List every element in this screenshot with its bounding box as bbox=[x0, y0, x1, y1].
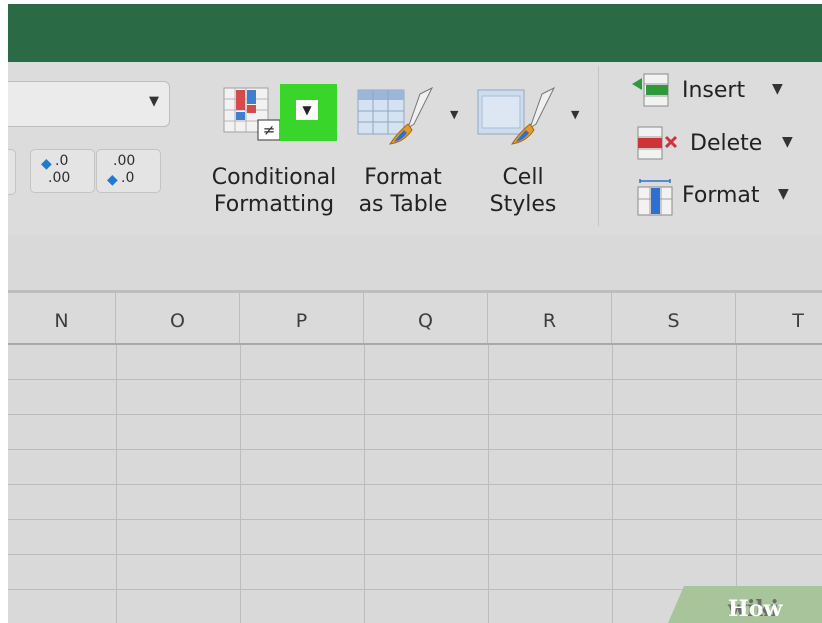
number-format-dropdown[interactable]: ▼ bbox=[8, 81, 170, 127]
format-cells-icon bbox=[637, 179, 673, 216]
chevron-down-icon: ▼ bbox=[149, 94, 159, 109]
column-header-p[interactable]: P bbox=[240, 293, 364, 343]
excel-window: ▼ ◆ .0 .00 .00 ◆ .0 ≠ ▼ Conditional Form… bbox=[8, 4, 822, 623]
cell-styles-label[interactable]: Cell Styles bbox=[478, 164, 568, 218]
conditional-formatting-dropdown-button[interactable]: ▼ bbox=[280, 84, 337, 141]
column-header-s[interactable]: S bbox=[612, 293, 736, 343]
increase-decimal-button[interactable]: ◆ .0 .00 bbox=[30, 149, 95, 193]
formula-bar-area bbox=[8, 234, 822, 290]
insert-button[interactable]: Insert ▼ bbox=[630, 72, 800, 112]
decrease-decimal-button[interactable]: .00 ◆ .0 bbox=[96, 149, 161, 193]
cell-styles-label-line1: Cell bbox=[502, 165, 544, 190]
insert-cells-icon bbox=[632, 73, 669, 107]
format-button[interactable]: Format ▼ bbox=[630, 177, 800, 217]
format-as-table-label-line1: Format bbox=[364, 165, 442, 190]
column-header-n[interactable]: N bbox=[8, 293, 116, 343]
grid-line bbox=[8, 449, 822, 450]
ribbon-group-separator bbox=[598, 66, 599, 226]
column-header-t[interactable]: T bbox=[736, 293, 822, 343]
grid-line bbox=[8, 554, 822, 555]
delete-label: Delete bbox=[690, 131, 763, 156]
format-caret-icon: ▼ bbox=[778, 186, 789, 202]
svg-text:≠: ≠ bbox=[263, 121, 276, 139]
worksheet-grid[interactable] bbox=[8, 345, 822, 623]
watermark-part2: How bbox=[728, 596, 783, 622]
arrow-right-icon: ◆ bbox=[107, 172, 118, 188]
cell-styles-label-line2: Styles bbox=[489, 192, 557, 217]
insert-label: Insert bbox=[682, 78, 746, 103]
caret-down-icon: ▼ bbox=[296, 100, 318, 120]
wikihow-watermark: wiki How bbox=[668, 586, 822, 623]
delete-button[interactable]: Delete ▼ bbox=[630, 125, 800, 165]
column-header-r[interactable]: R bbox=[488, 293, 612, 343]
column-header-q[interactable]: Q bbox=[364, 293, 488, 343]
conditional-formatting-label-line2: Formatting bbox=[213, 192, 335, 217]
format-as-table-label[interactable]: Format as Table bbox=[350, 164, 456, 218]
conditional-formatting-icon[interactable]: ≠ bbox=[222, 82, 284, 144]
cell-styles-caret-icon[interactable]: ▼ bbox=[571, 108, 579, 121]
grid-line bbox=[8, 484, 822, 485]
column-header-o[interactable]: O bbox=[116, 293, 240, 343]
column-headers: N O P Q R S T bbox=[8, 293, 822, 345]
accounting-format-button[interactable] bbox=[8, 149, 16, 195]
delete-caret-icon: ▼ bbox=[782, 134, 793, 150]
conditional-formatting-label-line1: Conditional bbox=[211, 165, 337, 190]
grid-line bbox=[8, 414, 822, 415]
title-bar bbox=[8, 4, 822, 62]
increase-decimal-bottom: .00 bbox=[48, 170, 71, 186]
decrease-decimal-top: .00 bbox=[113, 153, 136, 169]
decrease-decimal-bottom: .0 bbox=[121, 170, 135, 186]
insert-caret-icon: ▼ bbox=[772, 81, 783, 97]
cell-styles-icon[interactable] bbox=[474, 84, 574, 146]
increase-decimal-top: .0 bbox=[55, 153, 69, 169]
grid-line bbox=[8, 379, 822, 380]
delete-cells-icon bbox=[637, 126, 678, 160]
format-label: Format bbox=[682, 183, 760, 208]
format-as-table-label-line2: as Table bbox=[358, 192, 448, 217]
grid-line bbox=[8, 519, 822, 520]
format-as-table-icon[interactable] bbox=[354, 84, 444, 146]
format-as-table-caret-icon[interactable]: ▼ bbox=[450, 108, 458, 121]
conditional-formatting-label[interactable]: Conditional Formatting bbox=[200, 164, 348, 218]
